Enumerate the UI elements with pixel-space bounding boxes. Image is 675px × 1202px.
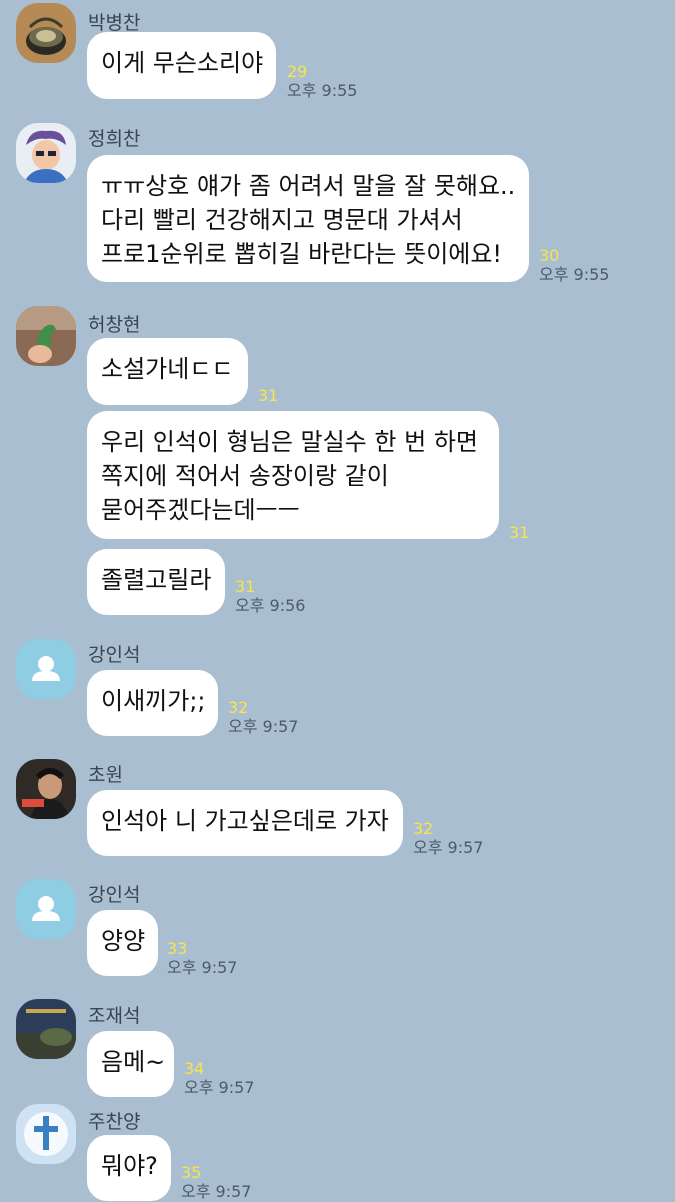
avatar[interactable]: [16, 123, 76, 183]
message-meta: 31: [509, 524, 529, 542]
message-text: 다리 빨리 건강해지고 명문대 가셔서: [101, 206, 463, 234]
unread-count: 35: [181, 1163, 202, 1182]
message-bubble[interactable]: ㅠㅠ상호 얘가 좀 어려서 말을 잘 못해요.. 다리 빨리 건강해지고 명문대…: [87, 155, 529, 282]
message-meta: 33 오후 9:57: [167, 940, 237, 978]
message-meta: 31: [258, 387, 278, 405]
message-meta: 32 오후 9:57: [228, 699, 298, 737]
sender-name: 박병찬: [88, 12, 141, 34]
message-meta: 34 오후 9:57: [184, 1060, 254, 1098]
message-bubble[interactable]: 이새끼가;;: [87, 670, 218, 736]
message-bubble[interactable]: 뭐야?: [87, 1135, 171, 1201]
message-text: 음메~: [101, 1048, 166, 1076]
unread-count: 30: [539, 246, 560, 265]
message-time: 오후 9:56: [235, 596, 306, 615]
unread-count: 29: [287, 62, 308, 81]
avatar[interactable]: [16, 879, 76, 939]
message-bubble[interactable]: 인석아 니 가고싶은데로 가자: [87, 790, 403, 856]
message-text: 묻어주겠다는데ㅡㅡ: [101, 496, 300, 524]
message-time: 오후 9:57: [228, 717, 299, 736]
sender-name: 정희찬: [88, 128, 141, 150]
message-text: 프로1순위로 뽑히길 바란다는 뜻이에요!: [101, 240, 503, 268]
avatar[interactable]: [16, 306, 76, 366]
message-time: 오후 9:55: [287, 81, 358, 100]
message-time: 오후 9:57: [184, 1078, 255, 1097]
message-meta: 31 오후 9:56: [235, 578, 305, 616]
unread-count: 31: [509, 523, 530, 542]
message-bubble[interactable]: 음메~: [87, 1031, 174, 1097]
message-bubble[interactable]: 이게 무슨소리야: [87, 32, 276, 99]
message-bubble[interactable]: 우리 인석이 형님은 말실수 한 번 하면 쪽지에 적어서 송장이랑 같이 묻어…: [87, 411, 499, 539]
avatar[interactable]: [16, 639, 76, 699]
avatar[interactable]: [16, 999, 76, 1059]
message-meta: 29 오후 9:55: [287, 63, 357, 101]
message-text: 쪽지에 적어서 송장이랑 같이: [101, 462, 389, 490]
message-meta: 30 오후 9:55: [539, 247, 609, 285]
avatar[interactable]: [16, 1104, 76, 1164]
message-text: 이게 무슨소리야: [101, 49, 264, 77]
message-text: 졸렬고릴라: [101, 566, 212, 594]
message-bubble[interactable]: 양양: [87, 910, 158, 976]
message-text: 양양: [101, 927, 146, 955]
unread-count: 34: [184, 1059, 205, 1078]
unread-count: 33: [167, 939, 188, 958]
message-text: 우리 인석이 형님은 말실수 한 번 하면: [101, 428, 478, 456]
default-profile-icon: [32, 656, 60, 681]
message-bubble[interactable]: 졸렬고릴라: [87, 549, 225, 615]
unread-count: 31: [258, 386, 279, 405]
sender-name: 주찬양: [88, 1111, 141, 1133]
message-text: 뭐야?: [101, 1152, 158, 1180]
message-time: 오후 9:57: [413, 838, 484, 857]
unread-count: 31: [235, 577, 256, 596]
sender-name: 강인석: [88, 884, 141, 906]
sender-name: 강인석: [88, 644, 141, 666]
unread-count: 32: [413, 819, 434, 838]
avatar[interactable]: [16, 759, 76, 819]
message-meta: 35 오후 9:57: [181, 1164, 251, 1202]
sender-name: 허창현: [88, 314, 141, 336]
message-text: 이새끼가;;: [101, 687, 206, 715]
message-meta: 32 오후 9:57: [413, 820, 483, 858]
sender-name: 초원: [88, 764, 123, 786]
message-text: 인석아 니 가고싶은데로 가자: [101, 807, 389, 835]
message-time: 오후 9:55: [539, 265, 610, 284]
default-profile-icon: [32, 896, 60, 921]
message-time: 오후 9:57: [181, 1182, 252, 1201]
unread-count: 32: [228, 698, 249, 717]
message-text: 소설가네ㄷㄷ: [101, 355, 234, 383]
message-text: ㅠㅠ상호 얘가 좀 어려서 말을 잘 못해요..: [101, 172, 516, 200]
avatar[interactable]: [16, 3, 76, 63]
sender-name: 조재석: [88, 1005, 141, 1027]
message-time: 오후 9:57: [167, 958, 238, 977]
message-bubble[interactable]: 소설가네ㄷㄷ: [87, 338, 248, 405]
